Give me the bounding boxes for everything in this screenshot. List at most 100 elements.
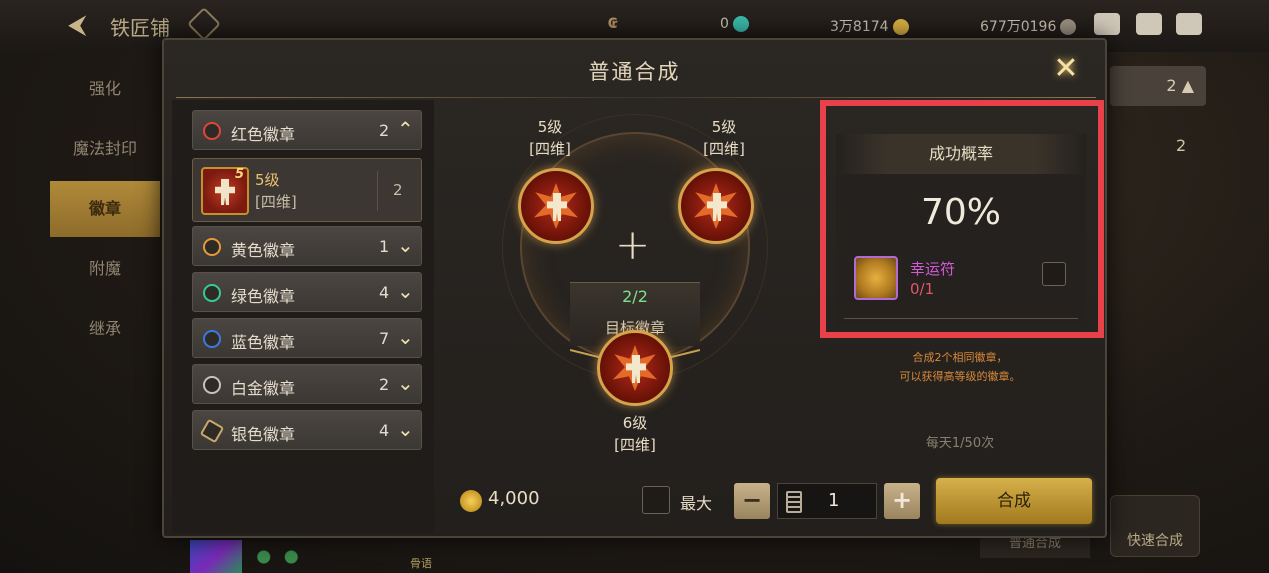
category-label: 红色徽章	[231, 125, 296, 144]
menu-item-badge[interactable]: 徽章	[50, 181, 160, 237]
synthesis-dialog: 普通合成 ✕ 红色徽章 2 ⌃ 5 5级 [四维] 2 黄色徽章 1 ⌄ 绿色徽…	[162, 38, 1107, 538]
category-count: 4	[379, 283, 390, 302]
category-green[interactable]: 绿色徽章 4 ⌄	[192, 272, 422, 312]
target-progress: 2/2	[622, 287, 648, 306]
chevron-down-icon: ⌄	[397, 233, 414, 257]
category-count: 2	[379, 375, 390, 394]
max-checkbox[interactable]	[642, 486, 670, 514]
right-material-label: 5级 [四维]	[684, 116, 764, 160]
background-chip: 2 ▲	[1110, 66, 1206, 106]
category-yellow[interactable]: 黄色徽章 1 ⌄	[192, 226, 422, 266]
gem-icon	[732, 16, 749, 32]
badge-thumbnail: 5	[201, 167, 249, 215]
max-label: 最大	[680, 494, 713, 513]
info-panel: 成功概率 70% 幸运符 0/1 合成2个相同徽章， 可以获得高等级的徽章。 每…	[818, 100, 1104, 470]
calculator-icon[interactable]	[786, 491, 802, 513]
right-material-type: [四维]	[703, 140, 745, 158]
yellow-dot-icon	[203, 238, 221, 256]
description-line-1: 合成2个相同徽章，	[912, 351, 1008, 364]
bag-icon[interactable]	[1094, 13, 1120, 35]
category-count: 7	[379, 329, 390, 348]
bottom-bar: 4,000 最大 − 1 + 合成	[442, 468, 1102, 534]
chevron-down-icon: ⌄	[397, 371, 414, 395]
result-level: 6级	[622, 414, 648, 432]
dialog-title: 普通合成	[588, 60, 681, 84]
background-item-dots	[250, 548, 305, 566]
silver-icon	[1060, 19, 1077, 35]
category-silver[interactable]: 银色徽章 4 ⌄	[192, 410, 422, 450]
green-dot-icon	[203, 284, 221, 302]
category-label: 黄色徽章	[231, 241, 296, 260]
platinum-dot-icon	[203, 376, 221, 394]
synthesis-description: 合成2个相同徽章， 可以获得高等级的徽章。	[818, 348, 1102, 386]
category-count: 2	[379, 121, 390, 140]
category-red[interactable]: 红色徽章 2 ⌃	[192, 110, 422, 150]
result-badge[interactable]	[597, 330, 673, 406]
close-icon[interactable]: ✕	[1048, 52, 1084, 88]
left-material-label: 5级 [四维]	[510, 116, 590, 160]
synthesize-button[interactable]: 合成	[936, 478, 1092, 524]
left-material-level: 5级	[537, 118, 563, 136]
chat-icon[interactable]	[1176, 13, 1202, 35]
result-type: [四维]	[614, 436, 656, 454]
menu-item-enchant[interactable]: 附魔	[50, 241, 160, 297]
badge-divider	[377, 171, 378, 211]
decrease-button[interactable]: −	[734, 483, 770, 519]
screen-title: 铁匠铺	[110, 16, 170, 40]
diamond-icon[interactable]	[187, 7, 221, 41]
currency-3: 677万0196	[980, 16, 1077, 36]
silver-hexagon-icon	[199, 418, 225, 444]
right-material-level: 5级	[711, 118, 737, 136]
currency-1: 0	[720, 16, 749, 32]
synthesis-cost: 4,000	[488, 488, 540, 509]
description-line-2: 可以获得高等级的徽章。	[899, 370, 1021, 383]
chevron-down-icon: ⌄	[397, 279, 414, 303]
category-platinum[interactable]: 白金徽章 2 ⌄	[192, 364, 422, 404]
category-label: 蓝色徽章	[231, 333, 296, 352]
category-label: 绿色徽章	[231, 287, 296, 306]
background-item-text: 骨语	[410, 557, 432, 570]
daily-limit: 每天1/50次	[925, 436, 995, 451]
result-label: 6级 [四维]	[595, 412, 675, 456]
back-arrow-icon[interactable]: ⮜	[68, 10, 86, 41]
currency-c-icon: ₢	[608, 16, 618, 32]
background-item-thumb	[190, 540, 242, 573]
badge-count: 2	[393, 181, 403, 199]
category-blue[interactable]: 蓝色徽章 7 ⌄	[192, 318, 422, 358]
currency-2-value: 3万8174	[830, 19, 889, 35]
currency-1-value: 0	[720, 16, 729, 32]
badge-type: [四维]	[255, 193, 297, 211]
right-material-badge[interactable]	[678, 168, 754, 244]
currency-3-value: 677万0196	[980, 19, 1057, 35]
category-count: 1	[379, 237, 390, 256]
increase-button[interactable]: +	[884, 483, 920, 519]
title-divider	[176, 97, 1096, 98]
quantity-field[interactable]: 1	[777, 483, 877, 519]
chevron-up-icon: ⌃	[397, 117, 414, 141]
left-material-badge[interactable]	[518, 168, 594, 244]
badge-figure-icon	[215, 179, 235, 205]
category-count: 4	[379, 421, 390, 440]
quantity-value: 1	[828, 490, 840, 511]
chevron-down-icon: ⌄	[397, 417, 414, 441]
category-label: 银色徽章	[231, 425, 296, 444]
category-label: 白金徽章	[231, 379, 296, 398]
badge-thumb-level: 5	[234, 167, 244, 182]
badge-level: 5级	[255, 171, 280, 189]
badge-list-panel: 红色徽章 2 ⌃ 5 5级 [四维] 2 黄色徽章 1 ⌄ 绿色徽章 4 ⌄ 蓝…	[172, 100, 434, 534]
menu-item-magic-seal[interactable]: 魔法封印	[50, 121, 160, 177]
background-row-count: 2	[1176, 136, 1187, 155]
red-dot-icon	[203, 122, 221, 140]
currency-2: 3万8174	[830, 16, 909, 36]
chevron-down-icon: ⌄	[397, 325, 414, 349]
gold-coin-icon	[892, 19, 909, 35]
synthesis-area: 5级 [四维] 5级 [四维] + 2/2 目标徽章 6级 [四维]	[442, 100, 810, 470]
highlight-frame	[820, 100, 1104, 338]
selected-badge-item[interactable]: 5 5级 [四维] 2	[192, 158, 422, 222]
left-material-type: [四维]	[529, 140, 571, 158]
quick-synth-button[interactable]: 快速合成	[1110, 495, 1200, 557]
left-menu: 强化 魔法封印 徽章 附魔 继承	[50, 55, 160, 385]
mail-icon[interactable]	[1136, 13, 1162, 35]
menu-item-enhance[interactable]: 强化	[50, 61, 160, 117]
menu-item-inherit[interactable]: 继承	[50, 301, 160, 357]
